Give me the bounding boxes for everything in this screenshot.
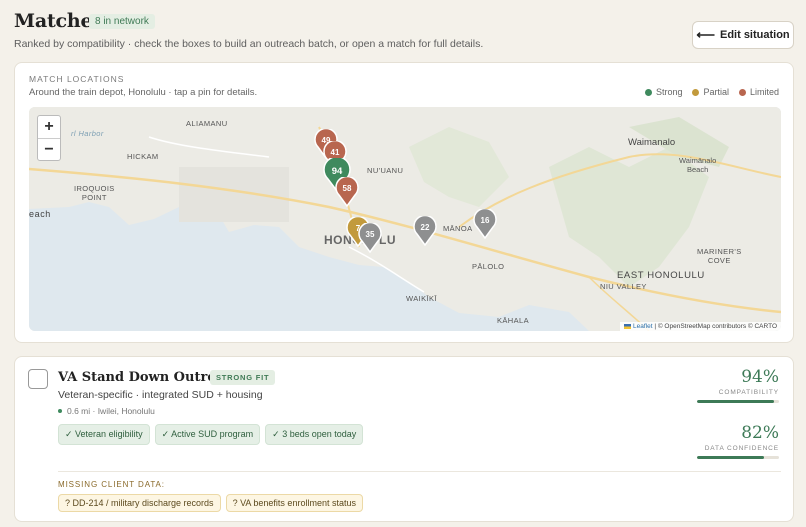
legend-item-strong: Strong [644, 87, 682, 97]
place-iroquois: IROQUOIS POINT [74, 184, 115, 202]
place-waimanalo: Waimanalo [628, 137, 676, 148]
confidence-value: 82% [741, 423, 779, 443]
select-checkbox[interactable] [28, 369, 48, 389]
zoom-out-button[interactable]: − [38, 138, 60, 160]
place-manoa: MĀNOA [443, 224, 473, 233]
map-pin[interactable]: 35 [358, 223, 382, 253]
confidence-label: DATA CONFIDENCE [704, 445, 779, 452]
compatibility-bar [697, 400, 779, 403]
place-aliamanu: ALIAMANU [186, 119, 228, 128]
map-pin[interactable]: 58 [335, 177, 359, 207]
leaflet-link[interactable]: Leaflet [633, 323, 653, 330]
map-zoom-control: + − [37, 115, 61, 161]
place-kahala: KĀHALA [497, 316, 529, 325]
missing-data-label: MISSING CLIENT DATA: [58, 480, 165, 489]
location-dot-icon [58, 409, 62, 413]
missing-tag: ? DD-214 / military discharge records [58, 494, 221, 512]
arrow-left-icon: ⟵ [696, 27, 715, 42]
place-pearl-harbor: rl Harbor [71, 129, 104, 138]
place-beach: each [29, 209, 51, 219]
tag: ✓ Active SUD program [154, 424, 261, 445]
confidence-bar [697, 456, 779, 459]
pin-score: 58 [342, 184, 352, 193]
compatibility-label: COMPATIBILITY [718, 389, 779, 396]
edit-situation-button[interactable]: ⟵ Edit situation [692, 21, 794, 49]
place-waikiki: WAIKĪKĪ [406, 294, 437, 303]
tag: ✓ 3 beds open today [265, 424, 364, 445]
match-location: 0.6 mi · Iwilei, Honolulu [58, 406, 155, 416]
eligibility-tags: ✓ Veteran eligibility ✓ Active SUD progr… [58, 424, 364, 445]
compatibility-value: 94% [741, 367, 779, 387]
missing-tag: ? VA benefits enrollment status [225, 494, 363, 512]
place-east-honolulu: EAST HONOLULU [617, 270, 705, 281]
map-panel: MATCH LOCATIONS Around the train depot, … [14, 62, 794, 343]
tag: ✓ Veteran eligibility [58, 424, 150, 445]
map-pin[interactable]: 22 [413, 216, 437, 246]
pin-score: 22 [420, 223, 430, 232]
network-count-badge: 8 in network [89, 14, 155, 29]
place-niu-valley: NIU VALLEY [600, 282, 647, 291]
legend-item-limited: Limited [738, 87, 779, 97]
place-waimanalo-beach: Waimānalo Beach [679, 156, 717, 174]
match-description: Veteran-specific · integrated SUD + hous… [58, 389, 263, 401]
map-legend: Strong Partial Limited [644, 87, 779, 97]
place-nuuanu: NU'UANU [367, 166, 404, 175]
edit-situation-label: Edit situation [719, 29, 790, 41]
missing-data-tags: ? DD-214 / military discharge records ? … [58, 494, 363, 512]
map-canvas[interactable]: + − rl Harbor ALIAMANU HICKAM IROQUOIS P… [29, 107, 781, 331]
legend-dot [644, 88, 652, 96]
page-subtitle: Ranked by compatibility · check the boxe… [14, 38, 484, 50]
place-mariners-cove: MARINER'S COVE [697, 247, 742, 265]
flag-icon [624, 323, 632, 329]
pin-score: 41 [330, 148, 340, 157]
map-attribution: Leaflet | © OpenStreetMap contributors ©… [620, 322, 781, 331]
pin-score: 16 [480, 216, 490, 225]
map-section-subtitle: Around the train depot, Honolulu · tap a… [29, 87, 258, 98]
compatibility-metric: 94% COMPATIBILITY [697, 367, 779, 403]
map-pin[interactable]: 16 [473, 209, 497, 239]
pin-score: 35 [365, 230, 375, 239]
divider [58, 471, 781, 472]
pin-score: 94 [331, 166, 343, 177]
zoom-in-button[interactable]: + [38, 116, 60, 138]
place-hickam: HICKAM [127, 152, 159, 161]
match-card[interactable]: VA Stand Down Outreach STRONG FIT Vetera… [14, 356, 794, 522]
confidence-metric: 82% DATA CONFIDENCE [697, 423, 779, 459]
place-palolo: PĀLOLO [472, 262, 505, 271]
map-section-label: MATCH LOCATIONS [29, 74, 125, 84]
legend-dot [738, 88, 746, 96]
confidence-fill [697, 456, 765, 459]
legend-dot [692, 88, 700, 96]
legend-item-partial: Partial [692, 87, 729, 97]
compatibility-fill [697, 400, 775, 403]
fit-badge: STRONG FIT [210, 370, 276, 385]
